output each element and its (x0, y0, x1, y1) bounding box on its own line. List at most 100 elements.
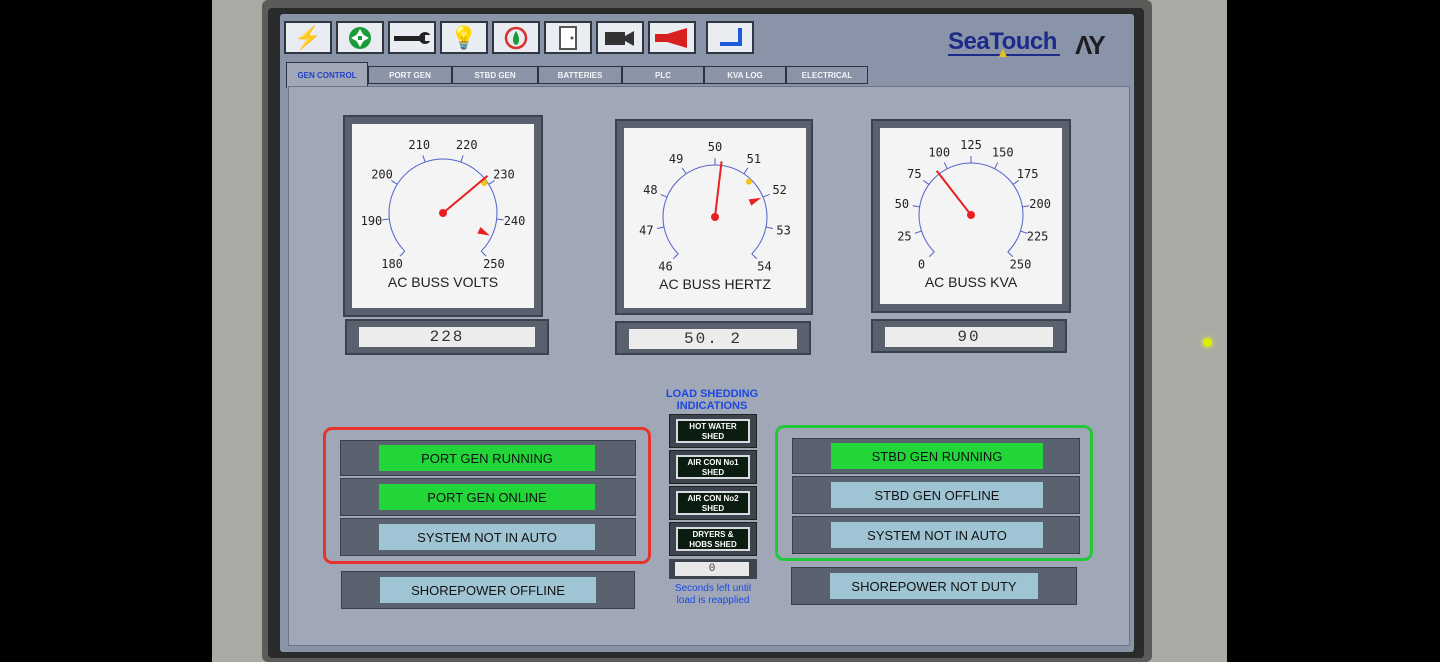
gauge-needle (714, 161, 723, 218)
tab-electrical[interactable]: ELECTRICAL (786, 66, 868, 84)
gauge-hub (711, 213, 719, 221)
gauge-tick-label: 52 (772, 183, 786, 197)
gauge-tick-label: 220 (456, 138, 478, 152)
load-shedding-title-line1: LOAD SHEDDING (665, 388, 759, 400)
gauge-tick-label: 46 (658, 259, 672, 273)
load-reapply-note-line1: Seconds left until (674, 583, 752, 594)
air-con-1-shed-line1: AIR CON No1 (687, 458, 739, 467)
load-reapply-counter: 0 (675, 562, 749, 576)
toolbar-return-button[interactable] (706, 21, 754, 54)
touchscreen: ⚡ 💡 SeaTouch ▲ ΛY GEN CONTROL PORT GEN S… (280, 14, 1134, 652)
load-shed-air-con-1: AIR CON No1 SHED (669, 450, 757, 484)
hertz-gauge: 46 47 48 49 50 51 52 53 54 AC BUSS HERTZ (615, 119, 813, 315)
gauge-hub (967, 211, 975, 219)
gauge-tick (922, 179, 930, 185)
hertz-gauge-title: AC BUSS HERTZ (659, 276, 771, 292)
gauge-arc (918, 162, 1024, 253)
gauge-tick-label: 175 (1017, 167, 1039, 181)
gauge-tick (765, 226, 773, 230)
tab-stbd-gen[interactable]: STBD GEN (452, 66, 538, 84)
gauge-tick-label: 225 (1027, 230, 1049, 244)
kva-readout: 90 (885, 327, 1053, 347)
gauge-tick (914, 230, 922, 234)
gauge-tick (1022, 205, 1030, 208)
air-con-1-shed-indicator: AIR CON No1 SHED (676, 455, 750, 479)
stbd-system-auto-indicator: SYSTEM NOT IN AUTO (831, 522, 1043, 548)
hertz-dial: 46 47 48 49 50 51 52 53 54 (639, 140, 791, 273)
toolbar-power-button[interactable]: ⚡ (284, 21, 332, 54)
door-icon (559, 25, 577, 50)
gauge-tick (743, 167, 749, 175)
gauge-tick (399, 250, 406, 257)
gauge-tick-label: 51 (747, 152, 761, 166)
stbd-shorepower-row: SHOREPOWER NOT DUTY (791, 567, 1077, 605)
port-gen-running-indicator: PORT GEN RUNNING (379, 445, 595, 471)
power-led (1203, 338, 1212, 347)
gauge-tick-label: 240 (504, 214, 526, 228)
stbd-gen-online-indicator: STBD GEN OFFLINE (831, 482, 1043, 508)
volts-gauge: 180 190 200 210 220 230 240 250 AC BUSS VOLTS (343, 115, 543, 317)
stbd-auto-row: SYSTEM NOT IN AUTO (792, 516, 1080, 554)
gauge-tick-label: 200 (1029, 197, 1051, 211)
tab-kva-log[interactable]: KVA LOG (704, 66, 786, 84)
toolbar-fan-button[interactable] (336, 21, 384, 54)
company-logo: ΛY (1075, 30, 1106, 60)
gauge-tick-label: 250 (1010, 257, 1032, 271)
volts-dial: 180 190 200 210 220 230 240 250 (361, 138, 526, 271)
toolbar-camera-button[interactable] (596, 21, 644, 54)
return-arrow-icon (720, 27, 742, 46)
gauge-hub (439, 209, 447, 217)
gauge-arc (388, 158, 498, 252)
brand-bell-icon: ▲ (996, 44, 1010, 60)
toolbar-horn-button[interactable] (648, 21, 696, 54)
hot-water-shed-line2: SHED (701, 432, 725, 441)
gauge-tick (422, 155, 426, 163)
wrench-icon (394, 31, 432, 44)
port-online-row: PORT GEN ONLINE (340, 478, 636, 516)
gauge-tick-label: 250 (483, 257, 505, 271)
gauge-tick-label: 48 (643, 183, 657, 197)
gauge-alarm-marker (748, 197, 762, 206)
hertz-readout-box: 50. 2 (615, 321, 811, 355)
kva-gauge-title: AC BUSS KVA (924, 274, 1018, 290)
gauge-tick (660, 193, 668, 198)
gauge-needle (935, 170, 972, 216)
gauge-tick-label: 180 (381, 257, 403, 271)
tab-gen-control[interactable]: GEN CONTROL (286, 62, 368, 88)
gauge-tick (672, 253, 679, 260)
lightning-icon: ⚡ (294, 24, 322, 50)
load-shed-dryers-hobs: DRYERS & HOBS SHED (669, 522, 757, 556)
volts-readout: 228 (359, 327, 535, 347)
gauge-tick (912, 205, 920, 208)
toolbar-lighting-button[interactable]: 💡 (440, 21, 488, 54)
air-con-2-shed-line1: AIR CON No2 (687, 494, 739, 503)
horn-icon (655, 27, 687, 48)
gauge-tick (1007, 251, 1014, 258)
load-shedding-title: LOAD SHEDDING INDICATIONS (653, 388, 771, 412)
gauge-tick-label: 150 (992, 146, 1014, 160)
tab-batteries[interactable]: BATTERIES (538, 66, 622, 84)
fuel-drop-icon (504, 26, 528, 49)
gauge-tick (496, 218, 504, 221)
air-con-2-shed-line2: SHED (701, 504, 725, 513)
port-gen-status-group: PORT GEN RUNNING PORT GEN ONLINE SYSTEM … (323, 427, 651, 564)
port-auto-row: SYSTEM NOT IN AUTO (340, 518, 636, 556)
stbd-online-row: STBD GEN OFFLINE (792, 476, 1080, 514)
gauge-tick-label: 230 (493, 168, 515, 182)
toolbar-fuel-button[interactable] (492, 21, 540, 54)
gauge-tick-label: 49 (669, 152, 683, 166)
gauge-tick (382, 218, 390, 221)
gauge-warning-marker (745, 178, 752, 185)
gauge-needle (442, 175, 489, 214)
toolbar-maintenance-button[interactable] (388, 21, 436, 54)
gauge-tick-label: 0 (918, 257, 925, 271)
stbd-gen-running-indicator: STBD GEN RUNNING (831, 443, 1043, 469)
tab-port-gen[interactable]: PORT GEN (368, 66, 452, 84)
gauge-tick-label: 53 (776, 224, 790, 238)
gauge-tick-label: 125 (960, 138, 982, 152)
hot-water-shed-indicator: HOT WATER SHED (676, 419, 750, 443)
gauge-tick (480, 250, 487, 257)
toolbar-doors-button[interactable] (544, 21, 592, 54)
hot-water-shed-line1: HOT WATER (689, 422, 737, 431)
tab-plc[interactable]: PLC (622, 66, 704, 84)
